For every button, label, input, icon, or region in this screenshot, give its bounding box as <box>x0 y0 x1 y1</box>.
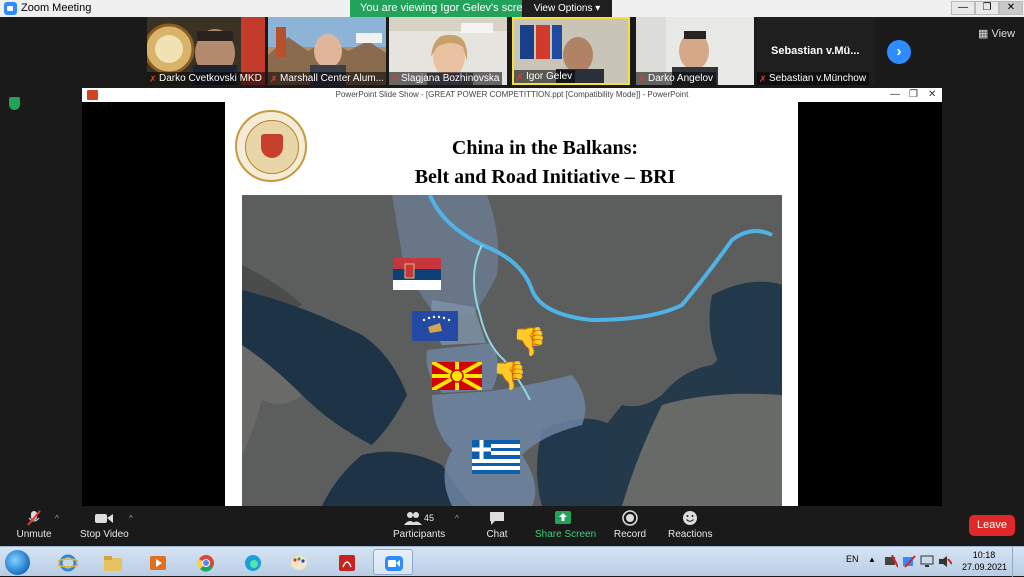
chat-button[interactable]: Chat <box>482 510 512 540</box>
windows-taskbar: EN ▲ 10:18 27.09.2021 <box>0 546 1024 577</box>
system-clock[interactable]: 10:18 27.09.2021 <box>962 549 1008 573</box>
participants-options-caret[interactable]: ^ <box>455 514 459 523</box>
acrobat-reader-icon <box>339 555 355 571</box>
participant-name-label: ✗ Igor Gelev <box>514 70 576 83</box>
volume-muted-icon[interactable] <box>938 555 952 568</box>
pp-minimize-button[interactable]: — <box>890 88 900 102</box>
serbia-flag-icon <box>393 258 441 290</box>
participant-display-name: Sebastian v.Mü... <box>771 45 860 57</box>
taskbar-acrobat[interactable] <box>326 549 366 575</box>
paint-palette-icon <box>291 556 307 570</box>
folder-icon <box>104 556 122 571</box>
record-button[interactable]: Record <box>612 510 648 540</box>
view-layout-button[interactable]: ▦ View <box>978 27 1015 40</box>
view-options-button[interactable]: View Options ▾ <box>522 0 612 17</box>
taskbar-chrome[interactable] <box>185 549 225 575</box>
participant-tile[interactable]: ✗ Darko Cvetkovski MKD <box>147 17 265 85</box>
participant-name-label: ✗ Sebastian v.Münchow <box>757 72 870 85</box>
share-screen-icon <box>555 511 571 524</box>
share-banner-message: You are viewing Igor Gelev's screen <box>360 2 535 14</box>
share-screen-button[interactable]: Share Screen <box>535 510 596 540</box>
thumbs-down-icon: 👎 <box>492 360 527 391</box>
taskbar-zoom[interactable] <box>373 549 413 575</box>
thumbs-down-icon: 👎 <box>512 326 547 357</box>
taskbar-paint[interactable] <box>278 549 318 575</box>
encryption-shield-icon[interactable] <box>9 97 20 110</box>
taskbar-media-player[interactable] <box>137 549 177 575</box>
maximize-button[interactable]: ❐ <box>975 1 999 15</box>
zoom-app-icon <box>4 2 17 15</box>
participants-count: 45 <box>423 513 434 523</box>
video-camera-icon <box>95 514 113 523</box>
window-title: Zoom Meeting <box>21 2 92 14</box>
greece-flag-icon <box>472 440 520 474</box>
powerpoint-icon <box>87 90 98 100</box>
windows-start-button[interactable] <box>5 550 30 575</box>
marshall-center-logo <box>235 110 307 182</box>
slide-title: China in the Balkans: Belt and Road Init… <box>315 134 775 192</box>
slide-title-line-2: Belt and Road Initiative – BRI <box>414 166 676 188</box>
presentation-slide: China in the Balkans: Belt and Road Init… <box>225 102 798 506</box>
reactions-button[interactable]: Reactions <box>668 510 712 540</box>
clock-time: 10:18 <box>972 550 996 560</box>
participant-name-label: ✗ Darko Cvetkovski MKD <box>147 72 265 85</box>
powerpoint-title-bar: PowerPoint Slide Show - [GREAT POWER COM… <box>82 88 942 102</box>
display-icon[interactable] <box>920 555 934 568</box>
participant-tile[interactable]: ✗ Darko Angelov <box>636 17 754 85</box>
pp-restore-button[interactable]: ❐ <box>909 88 918 102</box>
people-icon <box>403 512 422 525</box>
show-hidden-icons-arrow[interactable]: ▲ <box>868 555 876 564</box>
taskbar-file-explorer[interactable] <box>92 549 132 575</box>
pp-close-button[interactable]: ✕ <box>928 88 936 102</box>
participant-name-label: ✗ Darko Angelov <box>636 72 717 85</box>
muted-mic-icon: ✗ <box>638 73 646 84</box>
clock-date: 27.09.2021 <box>962 562 1008 572</box>
edge-icon <box>245 555 261 571</box>
participant-name-label: ✗ Slagjana Bozhinovska <box>389 72 503 85</box>
leave-meeting-button[interactable]: Leave <box>969 515 1015 536</box>
slide-title-line-1: China in the Balkans: <box>451 137 639 159</box>
muted-microphone-icon <box>27 510 41 526</box>
participant-tile[interactable]: ✗ Marshall Center Alum... <box>268 17 386 85</box>
taskbar-edge[interactable] <box>232 549 272 575</box>
muted-mic-icon: ✗ <box>391 73 399 84</box>
chrome-icon <box>197 555 214 572</box>
grid-icon: ▦ <box>978 28 989 40</box>
minimize-button[interactable]: — <box>951 1 975 15</box>
participant-tile[interactable]: ✗ Slagjana Bozhinovska <box>389 17 507 85</box>
video-options-caret[interactable]: ^ <box>129 514 133 523</box>
next-participants-button[interactable]: › <box>887 40 911 64</box>
participants-strip: ✗ Darko Cvetkovski MKD ✗ Marshall Center A… <box>0 17 1024 87</box>
taskbar-internet-explorer[interactable] <box>47 549 87 575</box>
shared-screen: PowerPoint Slide Show - [GREAT POWER COM… <box>82 88 942 506</box>
audio-options-caret[interactable]: ^ <box>55 514 59 523</box>
language-indicator[interactable]: EN <box>846 554 859 564</box>
participant-name-label: ✗ Marshall Center Alum... <box>268 72 386 85</box>
smiley-icon <box>683 511 697 525</box>
zoom-icon <box>385 556 403 571</box>
meeting-toolbar: Unmute ^ Stop Video ^ 45 Participants ^ … <box>0 506 1024 546</box>
kosovo-flag-icon <box>412 311 458 341</box>
powerpoint-window-title: PowerPoint Slide Show - [GREAT POWER COM… <box>335 90 689 99</box>
unmute-button[interactable]: Unmute <box>14 510 54 540</box>
muted-mic-icon: ✗ <box>516 71 524 82</box>
record-icon <box>622 510 638 526</box>
stop-video-button[interactable]: Stop Video <box>80 510 129 540</box>
north-macedonia-flag-icon <box>432 362 482 390</box>
muted-mic-icon: ✗ <box>270 73 278 84</box>
participant-tile[interactable]: Sebastian v.Mü... ✗ Sebastian v.Münchow <box>757 17 875 85</box>
chat-bubble-icon <box>490 512 504 525</box>
show-desktop-button[interactable] <box>1012 547 1024 577</box>
media-player-icon <box>150 556 166 570</box>
network-icon[interactable] <box>884 555 898 568</box>
zoom-tray-icon[interactable] <box>902 555 916 568</box>
close-button[interactable]: ✕ <box>999 1 1023 15</box>
muted-mic-icon: ✗ <box>149 73 157 84</box>
internet-explorer-icon <box>58 554 78 572</box>
participant-tile-active-speaker[interactable]: ✗ Igor Gelev <box>512 17 630 85</box>
screen-share-banner: You are viewing Igor Gelev's screen View… <box>350 0 612 17</box>
participants-button[interactable]: 45 Participants <box>393 510 445 540</box>
muted-mic-icon: ✗ <box>759 73 767 84</box>
balkans-map: 👎 👎 <box>242 195 782 506</box>
